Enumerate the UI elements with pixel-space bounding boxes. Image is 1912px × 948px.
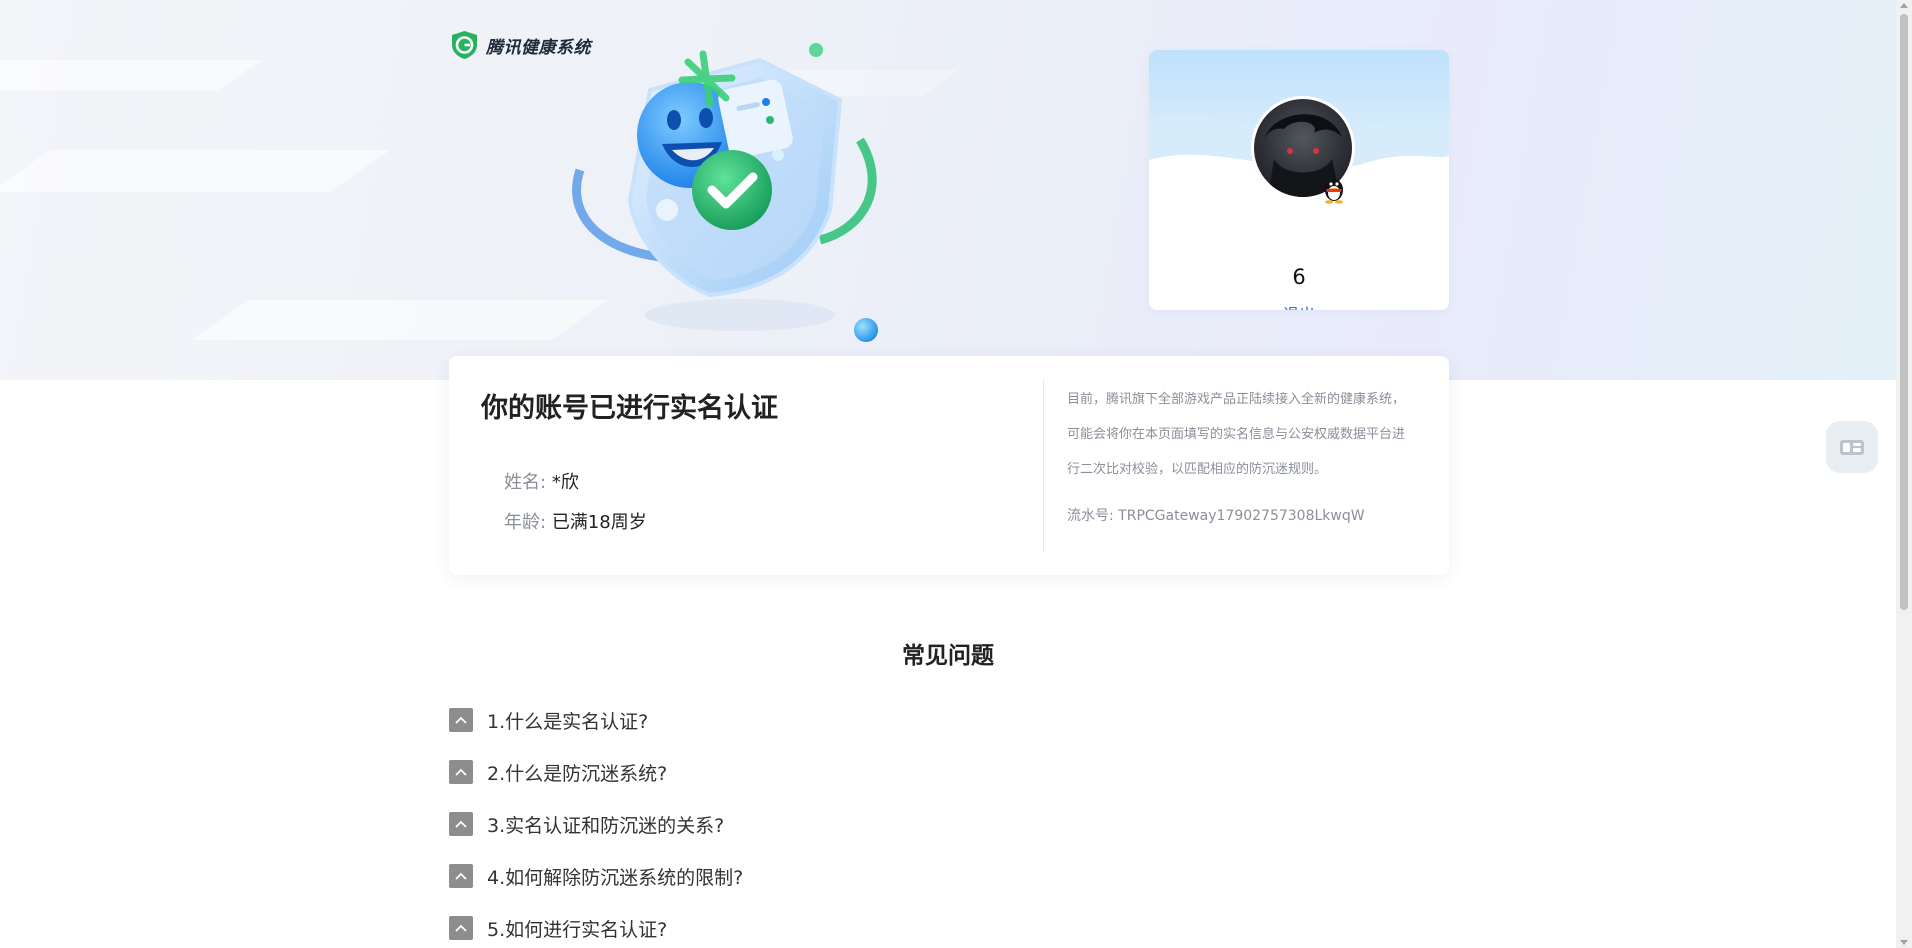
age-label: 年龄: (504, 512, 547, 533)
faq-question[interactable]: 3.实名认证和防沉迷的关系? (487, 811, 724, 838)
name-label: 姓名: (504, 472, 547, 493)
faq-question[interactable]: 5.如何进行实名认证? (487, 915, 667, 942)
chevron-up-icon[interactable] (449, 864, 473, 888)
serial-value: TRPCGateway17902757308LkwqW (1118, 508, 1365, 524)
scroll-up-arrow-icon[interactable] (1900, 3, 1908, 8)
chevron-up-icon[interactable] (449, 708, 473, 732)
verification-title: 你的账号已进行实名认证 (481, 393, 778, 424)
faq-item[interactable]: 1.什么是实名认证? (449, 694, 1449, 746)
age-value: 已满18周岁 (551, 512, 647, 533)
age-row: 年龄: 已满18周岁 (504, 508, 647, 534)
tencent-health-shield-icon (452, 31, 477, 59)
shield-smiley-check-illustration (572, 43, 878, 342)
page: 腾讯健康系统 6 你的账号已进行实名认证 姓名: *欣 年龄: 已满18周岁 目… (0, 0, 1912, 948)
username: 6 (1292, 265, 1306, 289)
card-divider (1043, 380, 1044, 551)
page-scrollbar[interactable] (1896, 0, 1912, 948)
verification-card: 你的账号已进行实名认证 姓名: *欣 年龄: 已满18周岁 目前，腾讯旗下全部游… (449, 356, 1449, 575)
logout-link[interactable]: 退出 (1149, 301, 1449, 310)
profile-card: 6 退出 (1149, 50, 1449, 310)
faq-question[interactable]: 2.什么是防沉迷系统? (487, 759, 667, 786)
serial-number: 流水号: TRPCGateway17902757308LkwqW (1067, 505, 1365, 525)
name-value: *欣 (551, 472, 579, 493)
notice-text: 目前，腾讯旗下全部游戏产品正陆续接入全新的健康系统，可能会将你在本页面填写的实名… (1067, 392, 1406, 477)
chevron-up-icon[interactable] (449, 812, 473, 836)
serial-label: 流水号: (1067, 508, 1119, 524)
scrollbar-thumb[interactable] (1900, 14, 1908, 610)
faq-item[interactable]: 2.什么是防沉迷系统? (449, 746, 1449, 798)
faq-title: 常见问题 (902, 643, 994, 669)
chevron-up-icon[interactable] (449, 760, 473, 784)
faq-list: 1.什么是实名认证? 2.什么是防沉迷系统? 3.实名认证和防沉迷的关系? 4.… (449, 694, 1449, 948)
customer-service-icon (1840, 440, 1864, 455)
customer-service-button[interactable] (1826, 421, 1878, 473)
faq-question[interactable]: 4.如何解除防沉迷系统的限制? (487, 863, 743, 890)
chevron-up-icon[interactable] (449, 916, 473, 940)
scroll-down-arrow-icon[interactable] (1900, 940, 1908, 945)
qq-penguin-icon (1325, 179, 1343, 204)
faq-item[interactable]: 5.如何进行实名认证? (449, 902, 1449, 948)
faq-item[interactable]: 3.实名认证和防沉迷的关系? (449, 798, 1449, 850)
faq-question[interactable]: 1.什么是实名认证? (487, 707, 648, 734)
name-row: 姓名: *欣 (504, 468, 579, 494)
faq-item[interactable]: 4.如何解除防沉迷系统的限制? (449, 850, 1449, 902)
hero-banner: 腾讯健康系统 6 (0, 0, 1896, 380)
